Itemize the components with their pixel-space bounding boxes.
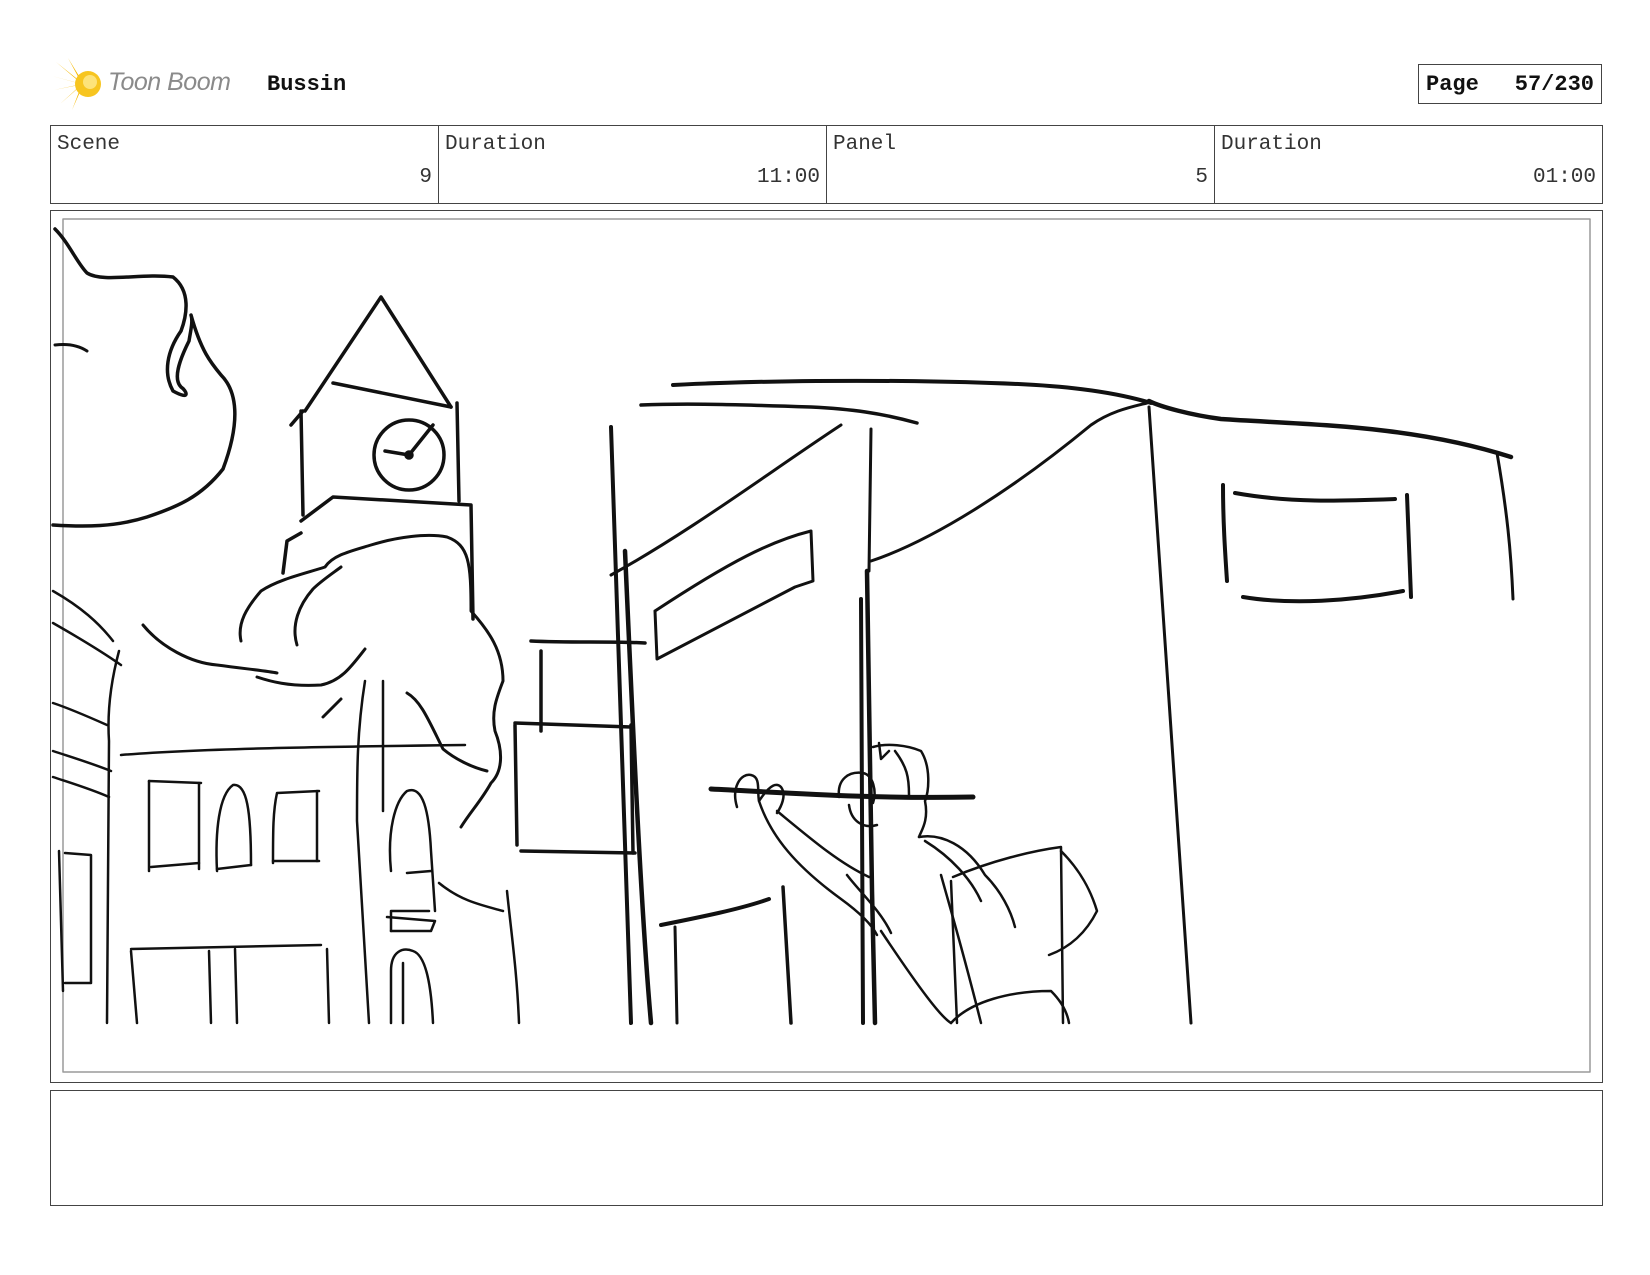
panel-value: 5 — [1195, 166, 1208, 189]
scene-value: 9 — [419, 166, 432, 189]
panel-duration-cell: Duration 01:00 — [1215, 126, 1602, 203]
page-label: Page — [1426, 71, 1479, 97]
scene-label: Scene — [57, 133, 121, 156]
sun-burst-icon — [52, 58, 101, 110]
left-building — [51, 589, 521, 1025]
storyboard-panel — [50, 210, 1603, 1083]
scene-cell: Scene 9 — [51, 126, 439, 203]
project-title: Bussin — [267, 72, 347, 97]
city-street-sketch — [51, 218, 1591, 1073]
scene-duration-cell: Duration 11:00 — [439, 126, 827, 203]
smoke-cloud — [51, 227, 237, 528]
panel-duration-label: Duration — [1221, 133, 1322, 156]
right-building — [1146, 398, 1515, 1025]
toon-boom-logo: Toon Boom — [52, 56, 252, 112]
billowing-smoke — [238, 533, 505, 829]
middle-building — [609, 378, 1153, 1026]
figure-holding-bar — [708, 741, 1099, 1025]
panel-notes — [50, 1090, 1603, 1206]
page-number: 57/230 — [1514, 71, 1594, 97]
scene-duration-value: 11:00 — [756, 166, 820, 189]
panel-label: Panel — [833, 133, 897, 156]
safe-area-guide — [62, 218, 1591, 1073]
scene-duration-label: Duration — [445, 133, 546, 156]
panel-duration-value: 01:00 — [1532, 166, 1596, 189]
brand-name: Toon Boom — [108, 68, 231, 96]
panel-cell: Panel 5 — [827, 126, 1215, 203]
page-indicator: Page 57/230 — [1418, 64, 1602, 104]
scene-info-bar: Scene 9 Duration 11:00 Panel 5 Duration … — [50, 125, 1603, 204]
